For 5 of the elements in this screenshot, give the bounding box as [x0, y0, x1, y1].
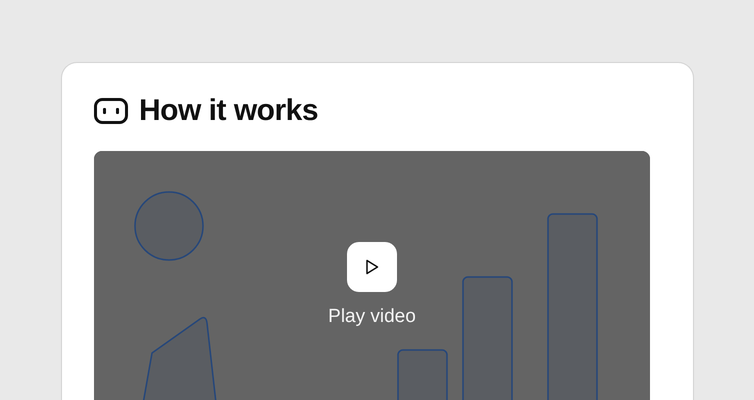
section-title: How it works — [139, 94, 318, 128]
play-video-label: Play video — [328, 306, 416, 328]
play-icon — [365, 259, 379, 275]
play-button[interactable] — [347, 242, 397, 292]
robot-face-icon — [94, 98, 128, 124]
